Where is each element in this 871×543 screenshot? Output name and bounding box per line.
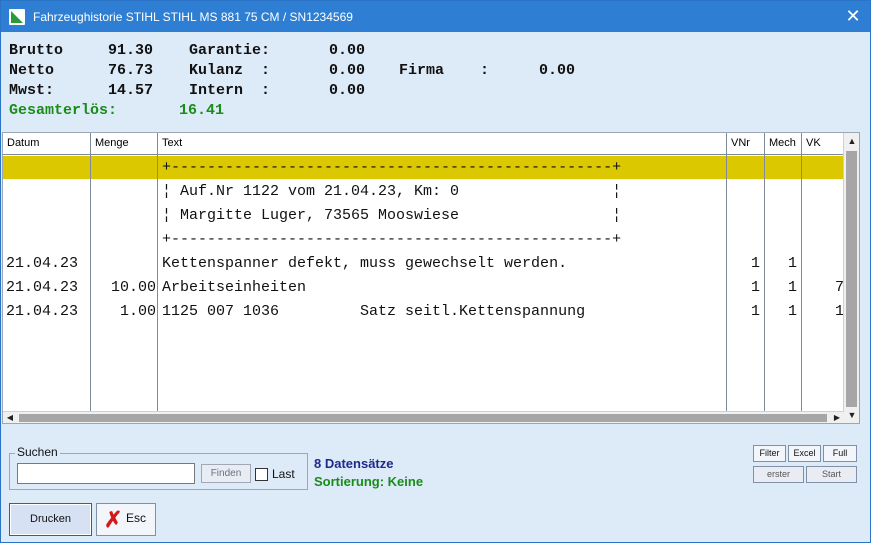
column-header-vk[interactable]: VK xyxy=(802,133,844,155)
brutto-value: 91.30 xyxy=(108,42,154,59)
search-legend: Suchen xyxy=(15,445,60,459)
table-cell-text[interactable]: Kettenspanner defekt, muss gewechselt we… xyxy=(162,254,567,274)
gesamterloes-value: 16.41 xyxy=(179,102,225,119)
close-icon[interactable]: ✕ xyxy=(844,7,862,25)
esc-label: Esc xyxy=(126,511,147,525)
scroll-down-icon[interactable]: ▼ xyxy=(844,407,859,423)
history-table[interactable]: Datum Menge Text VNr Mech VK +----------… xyxy=(2,132,860,424)
vertical-scroll-thumb[interactable] xyxy=(846,151,857,407)
column-header-mech[interactable]: Mech xyxy=(765,133,802,155)
table-cell-vk[interactable]: 7 xyxy=(802,278,844,298)
scroll-right-icon[interactable]: ▶ xyxy=(830,412,844,423)
erster-button[interactable]: erster xyxy=(753,466,804,483)
history-window: Fahrzeughistorie STIHL STIHL MS 881 75 C… xyxy=(0,0,871,543)
table-cell-text[interactable]: ¦ Margitte Luger, 73565 Mooswiese ¦ xyxy=(162,206,621,226)
scroll-up-icon[interactable]: ▲ xyxy=(844,133,859,149)
table-cell-vnr[interactable]: 1 xyxy=(727,254,760,274)
table-cell-vnr[interactable]: 1 xyxy=(727,278,760,298)
last-label: Last xyxy=(272,467,295,481)
column-header-datum[interactable]: Datum xyxy=(3,133,91,155)
mwst-label: Mwst: xyxy=(9,82,55,99)
kulanz-value: 0.00 xyxy=(329,62,366,79)
kulanz-label: Kulanz : xyxy=(189,62,271,79)
netto-label: Netto xyxy=(9,62,55,79)
vertical-scrollbar[interactable]: ▲ ▼ xyxy=(843,133,859,423)
full-button[interactable]: Full xyxy=(823,445,857,462)
start-button[interactable]: Start xyxy=(806,466,857,483)
close-x-icon: ✗ xyxy=(104,507,123,532)
horizontal-scroll-thumb[interactable] xyxy=(19,414,827,422)
esc-button[interactable]: ✗ Esc xyxy=(96,503,156,536)
search-input[interactable] xyxy=(17,463,195,484)
brutto-label: Brutto xyxy=(9,42,64,59)
table-cell-menge[interactable]: 10.00 xyxy=(91,278,156,298)
table-cell-text[interactable]: 1125 007 1036 Satz seitl.Kettenspannung xyxy=(162,302,585,322)
table-cell-mech[interactable]: 1 xyxy=(765,302,797,322)
firma-value: 0.00 xyxy=(539,62,576,79)
table-cell-datum[interactable]: 21.04.23 xyxy=(6,254,78,274)
table-cell-menge[interactable]: 1.00 xyxy=(91,302,156,322)
column-header-text[interactable]: Text xyxy=(158,133,727,155)
table-cell-text[interactable]: ¦ Auf.Nr 1122 vom 21.04.23, Km: 0 ¦ xyxy=(162,182,621,202)
table-cell-mech[interactable]: 1 xyxy=(765,278,797,298)
table-cell-text[interactable]: +---------------------------------------… xyxy=(162,230,621,250)
intern-value: 0.00 xyxy=(329,82,366,99)
table-cell-vnr[interactable]: 1 xyxy=(727,302,760,322)
netto-value: 76.73 xyxy=(108,62,154,79)
intern-label: Intern : xyxy=(189,82,271,99)
table-cell-datum[interactable]: 21.04.23 xyxy=(6,302,78,322)
filter-button[interactable]: Filter xyxy=(753,445,786,462)
garantie-value: 0.00 xyxy=(329,42,366,59)
title-bar: Fahrzeughistorie STIHL STIHL MS 881 75 C… xyxy=(1,1,870,32)
column-header-menge[interactable]: Menge xyxy=(91,133,158,155)
scroll-left-icon[interactable]: ◀ xyxy=(3,412,17,423)
record-count: 8 Datensätze xyxy=(314,456,394,471)
sort-status: Sortierung: Keine xyxy=(314,474,424,489)
table-cell-text[interactable]: +---------------------------------------… xyxy=(162,158,621,178)
last-checkbox[interactable] xyxy=(255,468,268,481)
window-title: Fahrzeughistorie STIHL STIHL MS 881 75 C… xyxy=(33,9,353,24)
drucken-button[interactable]: Drucken xyxy=(9,503,92,536)
app-icon xyxy=(9,8,25,25)
finden-button[interactable]: Finden xyxy=(201,464,251,483)
gesamterloes-label: Gesamterlös: xyxy=(9,102,118,119)
table-cell-datum[interactable]: 21.04.23 xyxy=(6,278,78,298)
garantie-label: Garantie: xyxy=(189,42,271,59)
column-divider xyxy=(157,155,158,423)
excel-button[interactable]: Excel xyxy=(788,445,821,462)
column-header-vnr[interactable]: VNr xyxy=(727,133,765,155)
table-cell-text[interactable]: Arbeitseinheiten xyxy=(162,278,306,298)
mwst-value: 14.57 xyxy=(108,82,154,99)
table-cell-mech[interactable]: 1 xyxy=(765,254,797,274)
table-cell-vk[interactable]: 1 xyxy=(802,302,844,322)
horizontal-scrollbar[interactable]: ◀ ▶ xyxy=(3,411,844,423)
firma-label: Firma : xyxy=(399,62,490,79)
